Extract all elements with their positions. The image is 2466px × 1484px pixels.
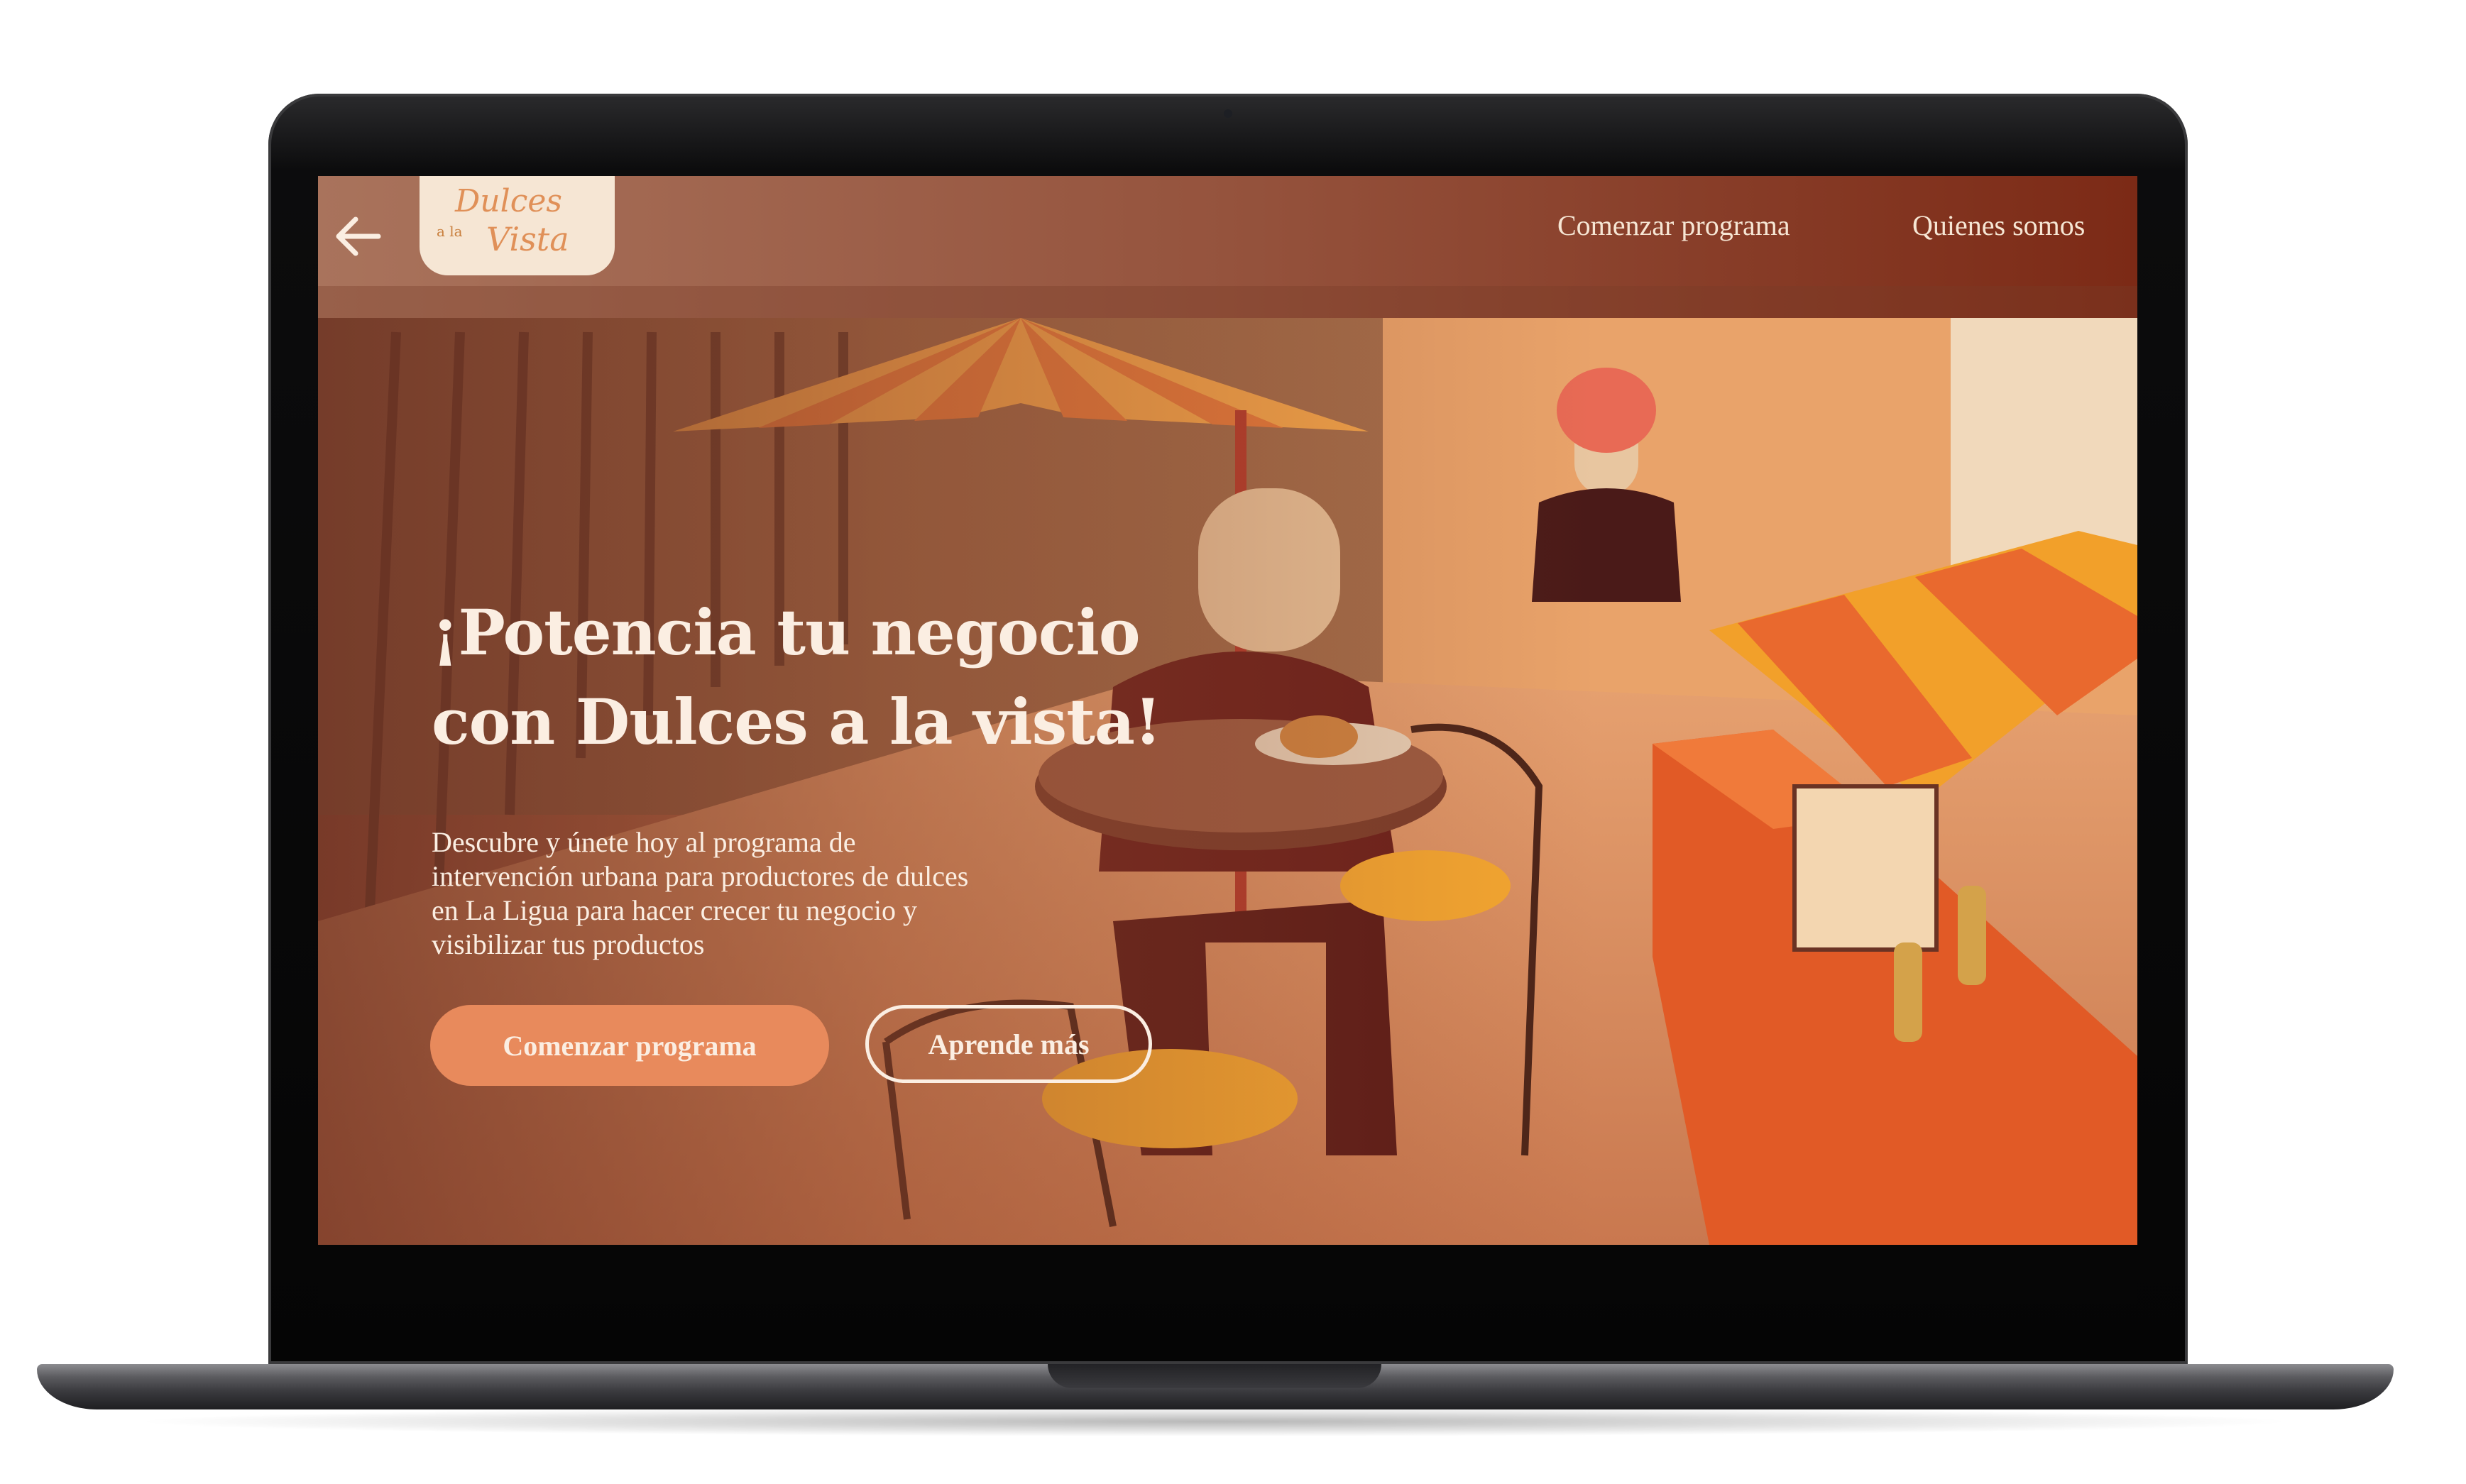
laptop-notch — [1048, 1364, 1381, 1388]
hero-description-line-2: intervención urbana para productores de … — [432, 860, 969, 892]
logo-text-dulces: Dulces — [455, 183, 562, 219]
logo-text-a-la: a la — [437, 223, 463, 240]
hero-description: Descubre y únete hoy al programa de inte… — [432, 825, 1141, 962]
hero-description-line-4: visibilizar tus productos — [432, 928, 705, 960]
logo-text-vista: Vista — [486, 220, 569, 258]
screen-bottom-bezel — [318, 1245, 2137, 1304]
learn-more-button[interactable]: Aprende más — [865, 1005, 1152, 1083]
laptop-base — [37, 1364, 2394, 1409]
screen: Dulces a la Vista Comenzar programa Quie… — [318, 176, 2137, 1304]
back-button[interactable] — [327, 204, 390, 268]
nav-link-comenzar-programa[interactable]: Comenzar programa — [1557, 209, 1790, 242]
laptop-shadow — [128, 1407, 2300, 1436]
start-program-button[interactable]: Comenzar programa — [430, 1005, 829, 1086]
navbar-strip — [318, 286, 2137, 318]
camera — [1224, 109, 1232, 118]
hero-description-line-3: en La Ligua para hacer crecer tu negocio… — [432, 894, 918, 926]
hero-title-line-1: ¡Potencia tu negocio — [432, 595, 1141, 669]
hero-title: ¡Potencia tu negocio con Dulces a la vis… — [432, 588, 1283, 766]
logo[interactable]: Dulces a la Vista — [420, 176, 615, 275]
navbar: Dulces a la Vista Comenzar programa Quie… — [318, 176, 2137, 318]
hero-section: Dulces a la Vista Comenzar programa Quie… — [318, 176, 2137, 1245]
nav-link-quienes-somos[interactable]: Quienes somos — [1912, 209, 2085, 242]
arrow-left-icon — [336, 216, 381, 256]
hero-title-line-2: con Dulces a la vista! — [432, 685, 1162, 759]
hero-description-line-1: Descubre y únete hoy al programa de — [432, 826, 856, 858]
